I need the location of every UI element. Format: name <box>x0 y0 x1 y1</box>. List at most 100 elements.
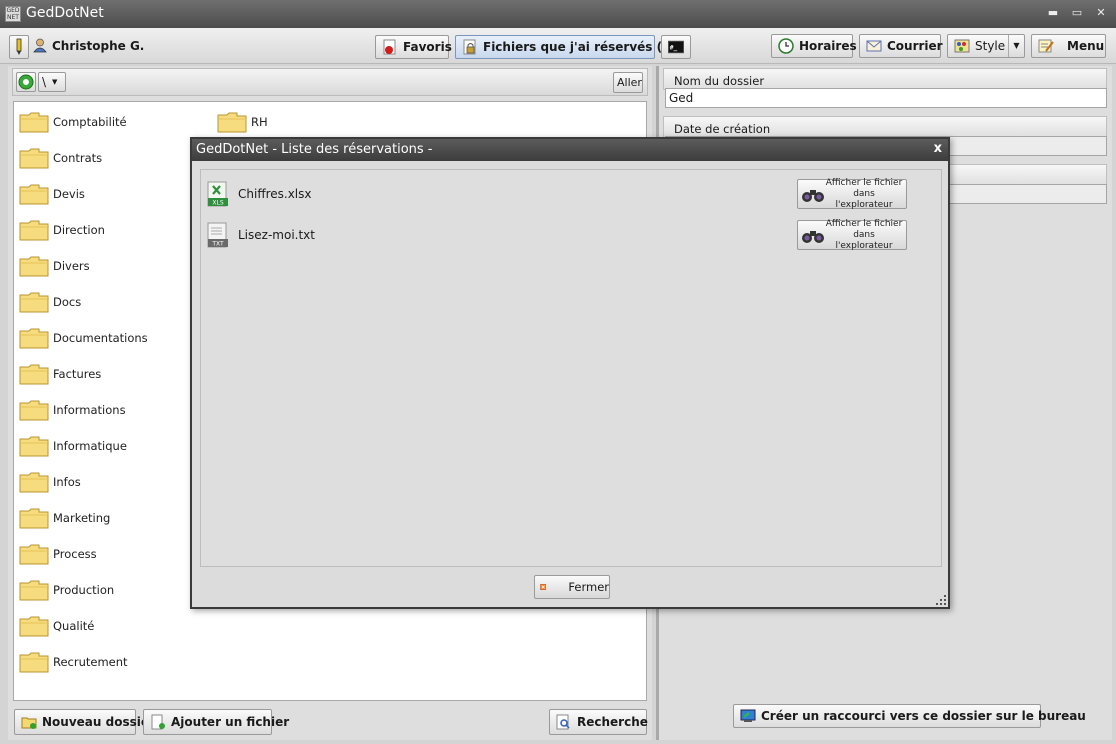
pen-icon <box>16 38 22 55</box>
new-folder-label: Nouveau dossier <box>42 715 155 729</box>
folder-item[interactable]: Marketing <box>19 506 110 530</box>
palette-icon <box>954 39 970 53</box>
folder-icon <box>19 292 49 313</box>
go-button[interactable]: Aller <box>613 72 643 93</box>
dialog-close-icon[interactable]: x <box>934 141 942 156</box>
folder-item[interactable]: Comptabilité <box>19 110 127 134</box>
folder-icon <box>19 328 49 349</box>
home-icon <box>18 74 34 90</box>
folder-label: RH <box>251 115 268 129</box>
folder-item[interactable]: Contrats <box>19 146 102 170</box>
folder-name-field[interactable]: Ged <box>665 88 1107 108</box>
close-icon[interactable]: ✕ <box>1094 6 1108 20</box>
schedule-button[interactable]: Horaires <box>771 34 857 58</box>
folder-item[interactable]: Documentations <box>19 326 148 350</box>
maximize-icon[interactable]: ▭ <box>1070 6 1084 20</box>
folder-icon <box>19 184 49 205</box>
folder-label: Documentations <box>53 331 148 345</box>
folder-label: Devis <box>53 187 85 201</box>
folder-label: Factures <box>53 367 102 381</box>
folder-label: Process <box>53 547 97 561</box>
desktop-shortcut-icon <box>740 709 756 722</box>
folder-label: Contrats <box>53 151 103 165</box>
folder-item[interactable]: Factures <box>19 362 101 386</box>
folder-name-header: Nom du dossier <box>663 68 1107 90</box>
dialog-titlebar: GedDotNet - Liste des réservations - x <box>192 139 948 161</box>
folder-icon <box>19 508 49 529</box>
new-folder-icon <box>21 717 37 729</box>
reserved-file-name[interactable]: Lisez-moi.txt <box>238 228 315 242</box>
folder-icon <box>19 400 49 421</box>
folder-item[interactable]: Process <box>19 542 97 566</box>
folder-item[interactable]: Production <box>19 578 114 602</box>
add-file-icon <box>151 714 165 730</box>
folder-icon <box>217 112 247 133</box>
folder-item[interactable]: Qualité <box>19 614 94 638</box>
folder-item[interactable]: RH <box>217 110 268 134</box>
mail-button[interactable]: Courrier <box>859 34 943 58</box>
folder-item[interactable]: Informations <box>19 398 126 422</box>
folder-item[interactable]: Recrutement <box>19 650 128 674</box>
show-in-explorer-label: Afficher le fichier dans l'explorateur <box>825 177 903 210</box>
folder-item[interactable]: Infos <box>19 470 81 494</box>
mail-label: Courrier <box>887 39 943 53</box>
terminal-button[interactable]: #_ <box>661 35 691 59</box>
menu-button[interactable]: Menu <box>1031 34 1106 58</box>
window-title: GedDotNet <box>26 5 104 21</box>
style-button[interactable]: Style ▼ <box>947 34 1025 58</box>
folder-icon <box>19 364 49 385</box>
folder-icon <box>19 652 49 673</box>
menu-label: Menu <box>1067 39 1105 53</box>
folder-label: Infos <box>53 475 81 489</box>
home-button[interactable] <box>16 72 36 92</box>
favorites-icon <box>383 39 396 55</box>
go-button-label: Aller <box>617 76 642 89</box>
folder-icon <box>19 544 49 565</box>
excel-file-icon: XLS <box>207 181 228 207</box>
minimize-icon[interactable]: ▬ <box>1046 6 1060 20</box>
clock-icon <box>778 38 794 54</box>
folder-label: Comptabilité <box>53 115 127 129</box>
path-selector[interactable]: \ ▼ <box>38 72 66 92</box>
reserved-file-row: TXT Lisez-moi.txt <box>207 221 315 249</box>
navigation-bar: \ ▼ Aller <box>12 68 648 96</box>
new-folder-button[interactable]: Nouveau dossier <box>14 709 155 735</box>
folder-label: Divers <box>53 259 90 273</box>
create-shortcut-button[interactable]: Créer un raccourci vers ce dossier sur l… <box>733 704 1086 728</box>
folder-label: Qualité <box>53 619 95 633</box>
close-dialog-label: Fermer <box>568 580 609 594</box>
schedule-label: Horaires <box>799 39 857 53</box>
show-in-explorer-button[interactable]: Afficher le fichier dans l'explorateur <box>797 177 907 210</box>
folder-label: Recrutement <box>53 655 128 669</box>
pen-button[interactable] <box>9 35 29 59</box>
lock-icon <box>463 39 476 55</box>
dialog-title: GedDotNet - Liste des réservations - <box>196 142 433 157</box>
folder-label: Docs <box>53 295 82 309</box>
resize-grip-icon[interactable] <box>936 595 946 605</box>
reservations-dialog: GedDotNet - Liste des réservations - x X… <box>190 137 950 609</box>
add-file-button[interactable]: Ajouter un fichier <box>143 709 289 735</box>
folder-item[interactable]: Direction <box>19 218 105 242</box>
folder-item[interactable]: Docs <box>19 290 81 314</box>
folder-label: Production <box>53 583 115 597</box>
svg-text:TXT: TXT <box>211 241 224 248</box>
folder-item[interactable]: Divers <box>19 254 90 278</box>
binoculars-icon <box>802 231 824 243</box>
chevron-down-icon[interactable]: ▼ <box>1008 35 1024 57</box>
folder-icon <box>19 472 49 493</box>
text-file-icon: TXT <box>207 222 228 248</box>
favorites-label: Favoris <box>403 40 452 54</box>
creation-date-header: Date de création <box>663 116 1107 138</box>
reserved-files-button[interactable]: Fichiers que j'ai réservés (2) <box>455 35 676 59</box>
favorites-button[interactable]: Favoris <box>375 35 452 59</box>
folder-icon <box>19 436 49 457</box>
reserved-file-name[interactable]: Chiffres.xlsx <box>238 187 312 201</box>
folder-item[interactable]: Informatique <box>19 434 127 458</box>
style-label: Style <box>975 39 1006 53</box>
user-name: Christophe G. <box>52 39 145 53</box>
folder-item[interactable]: Devis <box>19 182 85 206</box>
close-dialog-button[interactable]: Fermer <box>534 575 610 599</box>
search-button[interactable]: Recherche <box>549 709 648 735</box>
show-in-explorer-button[interactable]: Afficher le fichier dans l'explorateur <box>797 219 907 251</box>
path-separator: \ <box>42 75 47 89</box>
